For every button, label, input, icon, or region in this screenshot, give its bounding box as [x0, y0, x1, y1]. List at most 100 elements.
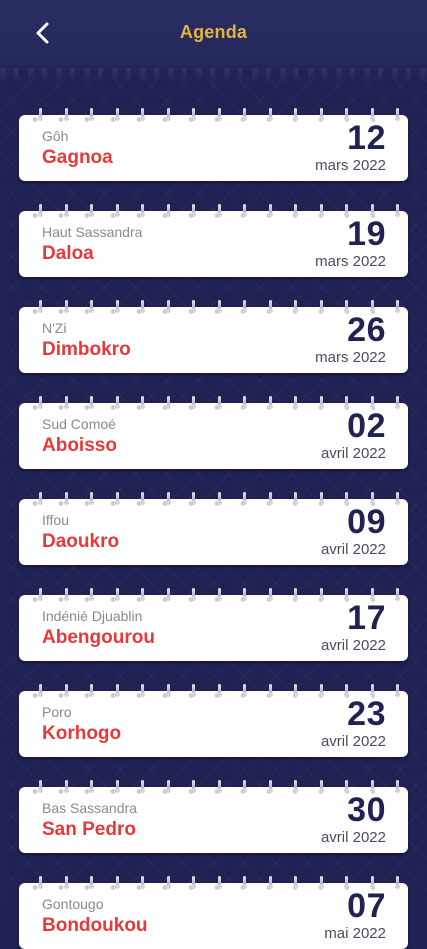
binding-ring [242, 684, 247, 697]
binding-ring [38, 780, 43, 793]
event-month: avril 2022 [320, 541, 386, 558]
region-label: Gontougo [42, 896, 104, 912]
region-label: Haut Sassandra [42, 224, 143, 240]
event-day: 02 [347, 407, 386, 445]
agenda-card[interactable]: Sud Comoé Aboisso 02 avril 2022 [19, 396, 408, 469]
binding-ring [395, 396, 400, 409]
event-day: 07 [347, 887, 386, 925]
binding-ring [318, 300, 324, 313]
binding-ring [165, 300, 171, 313]
binding-ring [293, 684, 298, 697]
binding-ring [165, 780, 171, 793]
city-name: Gagnoa [42, 147, 113, 168]
binding-ring [63, 684, 69, 697]
binding-ring [242, 876, 247, 889]
binding-ring [140, 300, 145, 313]
agenda-list[interactable]: Gôh Gagnoa 12 mars 2022 Haut Sassandra D… [0, 0, 427, 949]
binding-ring [38, 300, 43, 313]
binding-ring [191, 876, 196, 889]
event-day: 19 [347, 215, 386, 253]
binding-ring [395, 300, 400, 313]
agenda-card[interactable]: Indénié Djuablin Abengourou 17 avril 202… [19, 588, 408, 661]
binding-ring [114, 492, 120, 505]
binding-ring [216, 108, 222, 121]
binding-ring [395, 876, 400, 889]
region-label: Indénié Djuablin [42, 608, 143, 624]
event-month: mars 2022 [315, 349, 386, 366]
binding-ring [140, 204, 145, 217]
binding-ring [38, 684, 43, 697]
binding-ring [191, 780, 196, 793]
binding-ring [165, 396, 171, 409]
event-month: avril 2022 [320, 829, 386, 846]
binding-ring [89, 396, 94, 409]
binding-ring [293, 588, 298, 601]
binding-ring [216, 588, 222, 601]
binding-ring [89, 108, 94, 121]
agenda-card[interactable]: Poro Korhogo 23 avril 2022 [19, 684, 408, 757]
binding-ring [114, 204, 120, 217]
binding-ring [114, 108, 120, 121]
city-name: Daloa [42, 243, 94, 264]
city-name: Abengourou [42, 627, 155, 648]
binding-ring [293, 780, 298, 793]
region-label: Bas Sassandra [42, 800, 137, 816]
binding-ring [318, 108, 324, 121]
binding-ring [395, 684, 400, 697]
binding-ring [267, 300, 273, 313]
region-label: Iffou [42, 512, 69, 528]
binding-ring [89, 876, 94, 889]
event-month: avril 2022 [320, 733, 386, 750]
region-label: Gôh [42, 128, 69, 144]
binding-ring [63, 108, 69, 121]
agenda-card[interactable]: Iffou Daoukro 09 avril 2022 [19, 492, 408, 565]
agenda-card[interactable]: N'Zi Dimbokro 26 mars 2022 [19, 300, 408, 373]
binding-ring [242, 204, 247, 217]
binding-ring [242, 780, 247, 793]
binding-ring [318, 780, 324, 793]
binding-ring [38, 108, 43, 121]
binding-ring [63, 876, 69, 889]
binding-ring [267, 492, 273, 505]
binding-ring [191, 300, 196, 313]
binding-ring [140, 588, 145, 601]
event-day: 12 [347, 119, 386, 157]
event-day: 09 [347, 503, 386, 541]
city-name: Daoukro [42, 531, 120, 552]
binding-ring [63, 300, 69, 313]
binding-ring [38, 396, 43, 409]
binding-ring [165, 108, 171, 121]
binding-ring [89, 780, 94, 793]
binding-ring [165, 588, 171, 601]
app-header: Agenda [0, 0, 427, 70]
event-day: 30 [347, 791, 386, 829]
binding-ring [140, 396, 145, 409]
binding-ring [242, 300, 247, 313]
agenda-card[interactable]: Bas Sassandra San Pedro 30 avril 2022 [19, 780, 408, 853]
binding-ring [216, 684, 222, 697]
binding-ring [89, 492, 94, 505]
binding-ring [216, 396, 222, 409]
binding-ring [293, 492, 298, 505]
region-label: Sud Comoé [42, 416, 116, 432]
binding-ring [191, 588, 196, 601]
binding-ring [63, 396, 69, 409]
region-label: Poro [42, 704, 72, 720]
binding-ring [165, 684, 171, 697]
agenda-card[interactable]: Gontougo Bondoukou 07 mai 2022 [19, 876, 408, 949]
binding-ring [140, 876, 145, 889]
city-name: Bondoukou [42, 915, 148, 936]
binding-ring [114, 780, 120, 793]
binding-ring [63, 588, 69, 601]
agenda-card[interactable]: Haut Sassandra Daloa 19 mars 2022 [19, 204, 408, 277]
binding-ring [267, 396, 273, 409]
agenda-card[interactable]: Gôh Gagnoa 12 mars 2022 [19, 108, 408, 181]
binding-ring [395, 204, 400, 217]
page-title: Agenda [179, 22, 248, 42]
event-month: avril 2022 [320, 637, 386, 654]
binding-ring [216, 204, 222, 217]
binding-ring [38, 588, 43, 601]
binding-ring [293, 396, 298, 409]
binding-ring [165, 492, 171, 505]
binding-ring [114, 684, 120, 697]
